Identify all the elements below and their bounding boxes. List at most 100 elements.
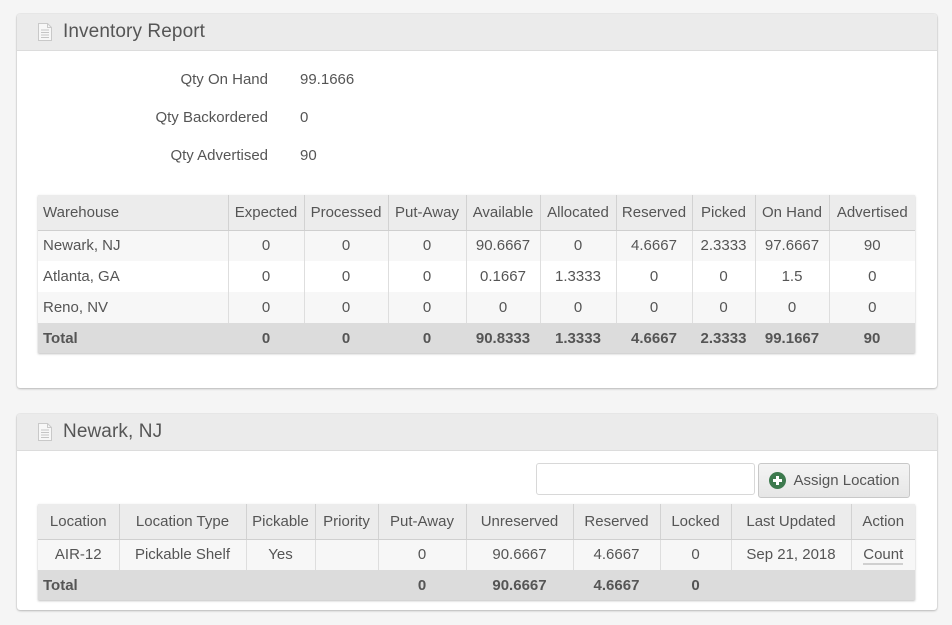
cell-picked: 0	[691, 292, 755, 323]
cell-location-type: Pickable Shelf	[118, 539, 246, 570]
column-header-last-updated[interactable]: Last Updated	[730, 504, 851, 540]
column-header-advertised[interactable]: Advertised	[828, 195, 915, 231]
column-header-warehouse[interactable]: Warehouse	[38, 195, 228, 231]
column-header-processed[interactable]: Processed	[303, 195, 388, 231]
panel-title: Inventory Report	[63, 21, 206, 42]
total-reserved: 4.6667	[573, 570, 660, 600]
total-locked: 0	[660, 570, 731, 600]
total-available: 90.8333	[466, 323, 540, 353]
cell-put-away: 0	[377, 539, 466, 570]
total-label: Total	[38, 323, 228, 353]
table-header-row: Warehouse Expected Processed Put-Away Av…	[38, 195, 915, 231]
cell-picked: 2.3333	[691, 230, 755, 261]
cell-warehouse: Atlanta, GA	[38, 261, 228, 292]
column-header-reserved[interactable]: Reserved	[572, 504, 660, 540]
table-total-row: Total 0 0 0 90.8333 1.3333 4.6667 2.3333…	[38, 323, 915, 353]
cell-put-away: 0	[387, 292, 466, 323]
table-row: Reno, NV 0 0 0 0 0 0 0 0 0	[38, 292, 915, 323]
cell-picked: 0	[691, 261, 755, 292]
cell-last-updated: Sep 21, 2018	[730, 539, 851, 570]
summary-label: Qty Backordered	[155, 109, 268, 126]
total-put-away: 0	[378, 570, 466, 600]
column-header-expected[interactable]: Expected	[227, 195, 304, 231]
table-row: AIR-12 Pickable Shelf Yes 0 90.6667 4.66…	[38, 539, 915, 570]
cell-expected: 0	[227, 230, 304, 261]
cell-reserved: 0	[615, 261, 692, 292]
summary-qty-on-hand: Qty On Hand 99.1666	[17, 71, 417, 91]
cell-locked: 0	[659, 539, 731, 570]
column-header-available[interactable]: Available	[465, 195, 540, 231]
cell-on-hand: 97.6667	[754, 230, 829, 261]
location-table: Location Location Type Pickable Priority…	[38, 504, 915, 600]
column-header-locked[interactable]: Locked	[659, 504, 731, 540]
cell-warehouse: Reno, NV	[38, 292, 228, 323]
panel-title: Newark, NJ	[63, 421, 163, 442]
column-header-picked[interactable]: Picked	[691, 195, 755, 231]
total-processed: 0	[304, 323, 388, 353]
cell-processed: 0	[303, 292, 388, 323]
plus-circle-icon	[768, 472, 786, 489]
assign-location-label: Assign Location	[793, 472, 900, 489]
total-advertised: 90	[829, 323, 915, 353]
total-unreserved: 90.6667	[466, 570, 573, 600]
summary-qty-backordered: Qty Backordered 0	[17, 109, 417, 129]
count-link[interactable]: Count	[863, 546, 904, 566]
total-picked: 2.3333	[692, 323, 755, 353]
cell-allocated: 0	[539, 230, 616, 261]
total-put-away: 0	[388, 323, 466, 353]
cell-pickable: Yes	[245, 539, 315, 570]
cell-put-away: 0	[387, 230, 466, 261]
cell-processed: 0	[303, 230, 388, 261]
cell-unreserved: 90.6667	[465, 539, 573, 570]
cell-available: 0.1667	[465, 261, 540, 292]
table-total-row: Total 0 90.6667 4.6667 0	[38, 570, 915, 600]
column-header-put-away[interactable]: Put-Away	[387, 195, 466, 231]
cell-expected: 0	[227, 292, 304, 323]
assign-location-button[interactable]: Assign Location	[758, 463, 910, 498]
column-header-reserved[interactable]: Reserved	[615, 195, 692, 231]
column-header-put-away[interactable]: Put-Away	[377, 504, 466, 540]
column-header-pickable[interactable]: Pickable	[245, 504, 315, 540]
warehouse-inventory-table: Warehouse Expected Processed Put-Away Av…	[38, 195, 915, 353]
total-label: Total	[38, 570, 378, 600]
cell-reserved: 4.6667	[572, 539, 660, 570]
cell-action: Count	[850, 539, 915, 570]
cell-expected: 0	[227, 261, 304, 292]
cell-put-away: 0	[387, 261, 466, 292]
total-on-hand: 99.1667	[755, 323, 829, 353]
cell-advertised: 0	[828, 261, 915, 292]
table-header-row: Location Location Type Pickable Priority…	[38, 504, 915, 540]
summary-value: 99.1666	[300, 71, 355, 88]
summary-label: Qty Advertised	[170, 147, 268, 164]
cell-advertised: 90	[828, 230, 915, 261]
location-input[interactable]	[536, 463, 755, 495]
cell-reserved: 0	[615, 292, 692, 323]
document-icon	[37, 22, 53, 42]
total-expected: 0	[228, 323, 304, 353]
cell-available: 0	[465, 292, 540, 323]
summary-value: 90	[300, 147, 317, 164]
cell-processed: 0	[303, 261, 388, 292]
cell-warehouse: Newark, NJ	[38, 230, 228, 261]
panel-header: Inventory Report	[17, 14, 937, 51]
summary-value: 0	[300, 109, 309, 126]
column-header-location-type[interactable]: Location Type	[118, 504, 246, 540]
cell-allocated: 1.3333	[539, 261, 616, 292]
column-header-allocated[interactable]: Allocated	[539, 195, 616, 231]
panel-header: Newark, NJ	[17, 414, 937, 451]
cell-allocated: 0	[539, 292, 616, 323]
cell-priority	[314, 539, 378, 570]
document-icon	[37, 422, 53, 442]
column-header-unreserved[interactable]: Unreserved	[465, 504, 573, 540]
column-header-location[interactable]: Location	[38, 504, 119, 540]
column-header-priority[interactable]: Priority	[314, 504, 378, 540]
cell-reserved: 4.6667	[615, 230, 692, 261]
inventory-report-panel: Inventory Report Qty On Hand 99.1666 Qty…	[17, 14, 937, 388]
column-header-action: Action	[850, 504, 915, 540]
cell-on-hand: 0	[754, 292, 829, 323]
table-row: Atlanta, GA 0 0 0 0.1667 1.3333 0 0 1.5 …	[38, 261, 915, 292]
column-header-on-hand[interactable]: On Hand	[754, 195, 829, 231]
warehouse-locations-panel: Newark, NJ Assign Location Location Loca…	[17, 414, 937, 610]
summary-label: Qty On Hand	[180, 71, 268, 88]
total-last-updated	[731, 570, 851, 600]
